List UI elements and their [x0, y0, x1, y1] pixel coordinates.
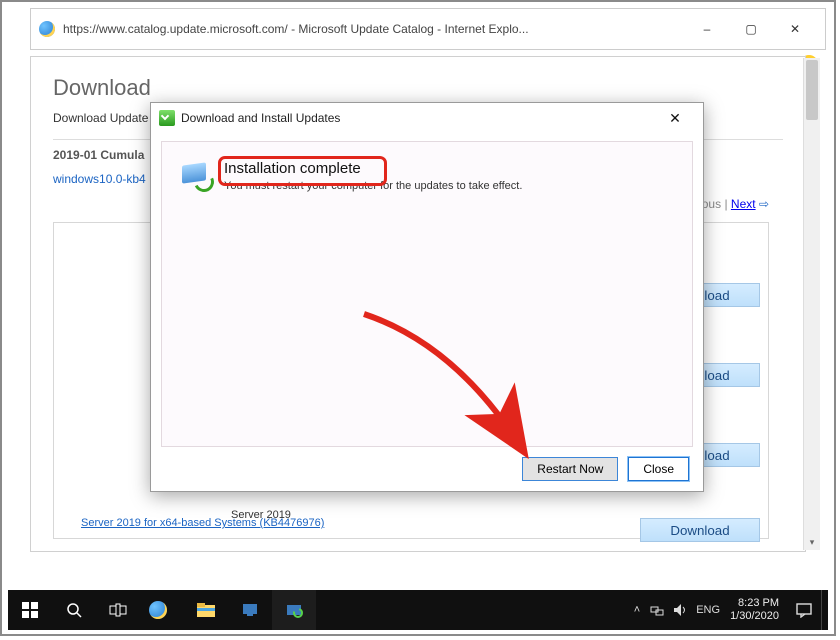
page-heading: Download: [31, 57, 805, 105]
system-tray[interactable]: ˄ ENG: [624, 603, 730, 617]
updates-shield-icon: [159, 110, 175, 126]
ie-close-button[interactable]: ✕: [773, 15, 817, 43]
screenshot-frame: – ▢ ✕ https://www.catalog.update.microso…: [0, 0, 836, 636]
windows-update-icon: [182, 164, 212, 190]
download-button[interactable]: Download: [640, 518, 760, 542]
action-center-icon[interactable]: [787, 590, 821, 630]
taskbar[interactable]: ˄ ENG 8:23 PM 1/30/2020: [8, 590, 828, 630]
dialog-body: Installation complete You must restart y…: [161, 141, 693, 447]
taskbar-ie-icon[interactable]: [140, 590, 184, 630]
page-scrollbar[interactable]: ▴ ▾: [803, 58, 820, 550]
pager-next-link[interactable]: Next: [731, 197, 756, 211]
taskbar-update-icon[interactable]: [272, 590, 316, 630]
restart-now-button[interactable]: Restart Now: [522, 457, 618, 481]
start-button[interactable]: [8, 590, 52, 630]
result-os: Server 2019: [231, 509, 291, 521]
tray-volume-icon[interactable]: [674, 603, 686, 617]
scroll-thumb[interactable]: [806, 60, 818, 120]
clock-time: 8:23 PM: [730, 597, 779, 610]
show-desktop-button[interactable]: [821, 590, 828, 630]
dialog-message: You must restart your computer for the u…: [224, 180, 522, 192]
dialog-titlebar[interactable]: Download and Install Updates ✕: [151, 103, 703, 133]
dialog-heading: Installation complete: [224, 160, 522, 177]
clock-date: 1/30/2020: [730, 610, 779, 623]
scroll-down-arrow-icon[interactable]: ▾: [804, 534, 820, 550]
ie-logo-icon: [39, 21, 55, 37]
ie-minimize-button[interactable]: –: [685, 15, 729, 43]
tray-language[interactable]: ENG: [696, 604, 720, 616]
ie-window-title: https://www.catalog.update.microsoft.com…: [63, 22, 685, 36]
tray-network-icon[interactable]: [650, 603, 664, 617]
search-taskbar-icon[interactable]: [52, 590, 96, 630]
dialog-close-button[interactable]: ✕: [655, 106, 695, 130]
tray-chevron-up-icon[interactable]: ˄: [634, 604, 640, 616]
taskbar-server-manager-icon[interactable]: [228, 590, 272, 630]
taskbar-clock[interactable]: 8:23 PM 1/30/2020: [730, 597, 787, 623]
update-file-link[interactable]: windows10.0-kb4: [53, 172, 146, 186]
install-updates-dialog: Download and Install Updates ✕ Installat…: [150, 102, 704, 492]
close-button[interactable]: Close: [628, 457, 689, 481]
ie-maximize-button[interactable]: ▢: [729, 15, 773, 43]
dialog-title: Download and Install Updates: [181, 111, 655, 125]
ie-titlebar: https://www.catalog.update.microsoft.com…: [30, 8, 826, 50]
taskbar-explorer-icon[interactable]: [184, 590, 228, 630]
task-view-icon[interactable]: [96, 590, 140, 630]
